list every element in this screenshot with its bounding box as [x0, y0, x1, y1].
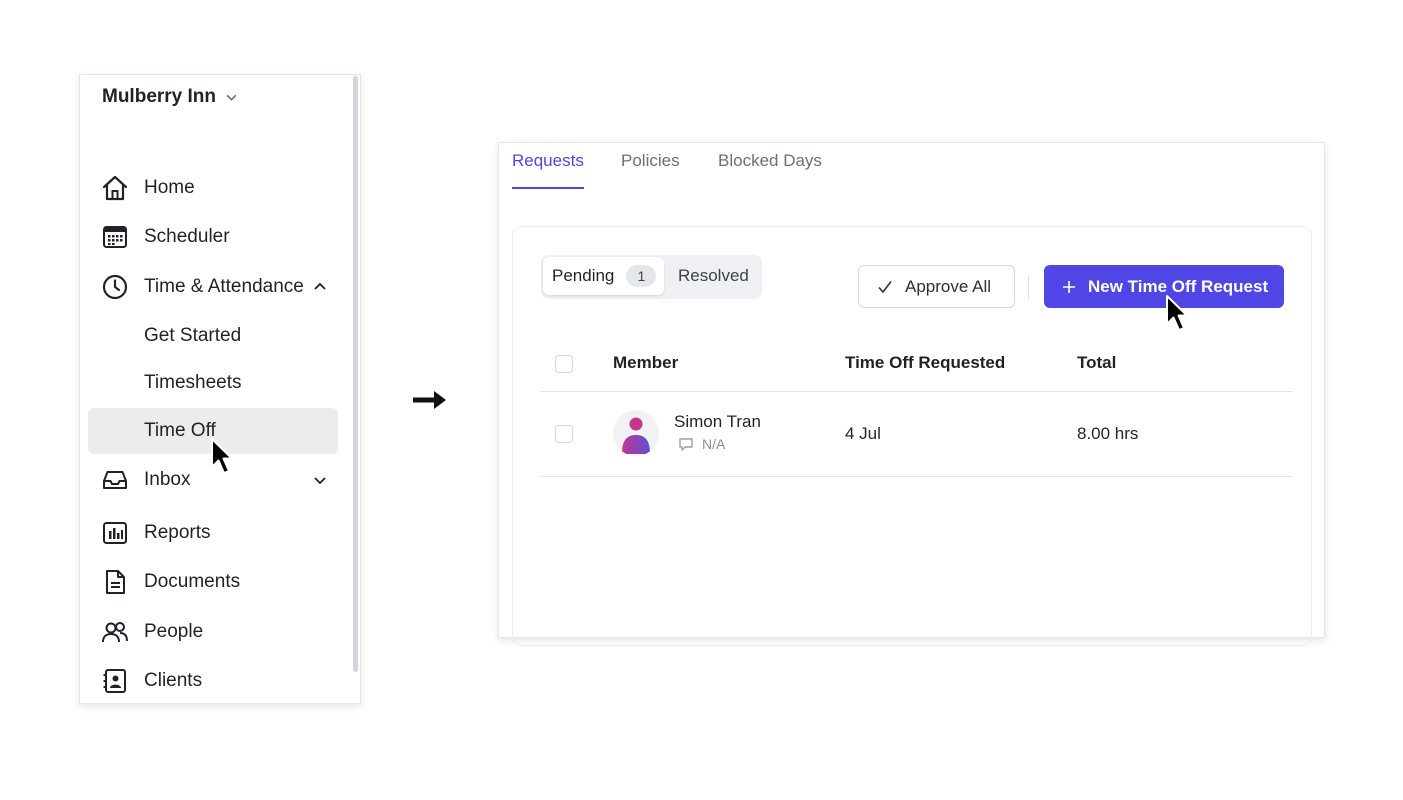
- sidebar-item-people[interactable]: People: [100, 615, 340, 649]
- time-off-panel: Requests Policies Blocked Days Pending 1…: [498, 142, 1325, 646]
- column-header-member[interactable]: Member: [613, 353, 678, 373]
- sidebar: Mulberry Inn Home Scheduler Time & Atten…: [79, 74, 361, 704]
- workspace-switcher[interactable]: Mulberry Inn: [102, 85, 238, 109]
- people-icon: [102, 622, 128, 643]
- sidebar-item-label: Reports: [144, 522, 211, 543]
- sidebar-item-label: Clients: [144, 670, 203, 691]
- filter-resolved[interactable]: Resolved: [678, 257, 749, 295]
- sidebar-item-clients[interactable]: Clients: [100, 664, 340, 698]
- home-icon: [102, 175, 128, 201]
- sidebar-item-label: Documents: [144, 571, 241, 592]
- check-icon: [878, 280, 892, 293]
- workspace-name: Mulberry Inn: [102, 86, 217, 107]
- clock-icon: [102, 274, 128, 300]
- chevron-down-icon: [226, 94, 237, 101]
- mouse-cursor-icon: [211, 438, 233, 474]
- inbox-icon: [103, 471, 127, 489]
- filter-pending[interactable]: Pending 1: [543, 257, 664, 295]
- sidebar-item-home[interactable]: Home: [100, 171, 340, 205]
- sidebar-item-label: Home: [144, 177, 195, 198]
- sidebar-item-label: People: [144, 621, 204, 642]
- requests-card: Pending 1 Resolved Approve All New Time …: [512, 226, 1312, 646]
- sidebar-item-label: Inbox: [144, 469, 191, 490]
- document-icon: [106, 570, 125, 594]
- arrow-right-icon: [413, 391, 446, 409]
- sidebar-subitem-label: Timesheets: [144, 372, 242, 393]
- sidebar-item-scheduler[interactable]: Scheduler: [100, 220, 340, 254]
- tab-blocked-days[interactable]: Blocked Days: [718, 151, 822, 189]
- time-off-total: 8.00 hrs: [1077, 424, 1139, 443]
- row-divider: [541, 476, 1293, 477]
- sidebar-scrollbar[interactable]: [353, 76, 358, 672]
- calendar-icon: [103, 226, 127, 248]
- chevron-down-icon: [314, 477, 326, 485]
- tab-requests[interactable]: Requests: [512, 151, 584, 189]
- approve-all-button[interactable]: Approve All: [858, 265, 1015, 308]
- sidebar-subitem-timesheets[interactable]: Timesheets: [88, 360, 338, 406]
- sidebar-subitem-get-started[interactable]: Get Started: [88, 313, 338, 359]
- toolbar-divider: [1028, 275, 1029, 299]
- avatar: [613, 410, 659, 456]
- sidebar-item-reports[interactable]: Reports: [100, 516, 340, 550]
- select-all-checkbox[interactable]: [555, 355, 573, 373]
- chevron-up-icon: [314, 282, 326, 290]
- sidebar-item-label: Time & Attendance: [144, 276, 304, 297]
- time-off-date: 4 Jul: [845, 424, 881, 443]
- new-time-off-request-button[interactable]: New Time Off Request: [1044, 265, 1284, 308]
- status-filter: Pending 1 Resolved: [541, 255, 762, 299]
- contacts-icon: [103, 669, 126, 693]
- reports-icon: [103, 522, 127, 544]
- plus-icon: [1063, 280, 1075, 293]
- tab-policies[interactable]: Policies: [621, 151, 680, 189]
- mouse-cursor-icon: [1166, 295, 1188, 331]
- approve-all-label: Approve All: [905, 276, 991, 296]
- sidebar-item-time-attendance[interactable]: Time & Attendance: [100, 270, 340, 304]
- pending-count-badge: 1: [626, 265, 657, 287]
- sidebar-item-label: Scheduler: [144, 226, 230, 247]
- member-note-text: N/A: [702, 436, 726, 452]
- column-header-time-off-requested[interactable]: Time Off Requested: [845, 353, 1005, 373]
- user-avatar-icon: [622, 417, 650, 454]
- member-note: N/A: [678, 436, 725, 452]
- sidebar-item-documents[interactable]: Documents: [100, 565, 340, 599]
- sidebar-subitem-label: Get Started: [144, 325, 242, 346]
- member-name: Simon Tran: [674, 412, 761, 431]
- sidebar-subitem-label: Time Off: [144, 420, 216, 441]
- row-checkbox[interactable]: [555, 425, 573, 443]
- filter-pending-label: Pending: [552, 266, 615, 285]
- header-divider: [541, 391, 1293, 392]
- column-header-total[interactable]: Total: [1077, 353, 1116, 373]
- comment-icon: [679, 438, 693, 451]
